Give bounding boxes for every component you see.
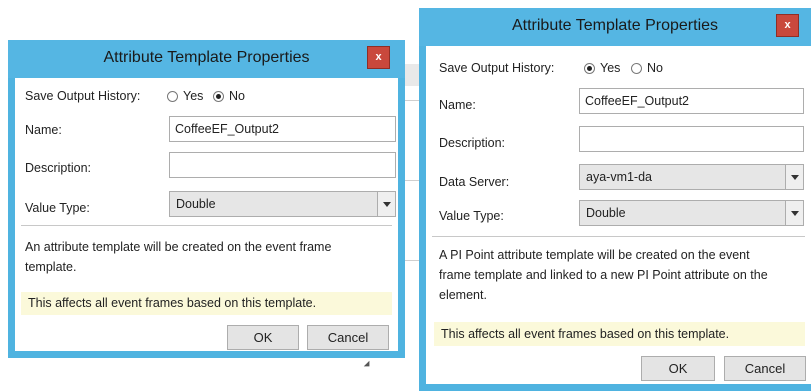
save-history-no-radio[interactable] [631, 63, 642, 74]
data-server-label: Data Server: [439, 175, 510, 189]
ok-button[interactable]: OK [641, 356, 715, 381]
divider [21, 225, 392, 226]
value-type-select[interactable]: Double [169, 191, 396, 217]
background-window-line [405, 180, 419, 181]
value-type-label: Value Type: [25, 201, 90, 215]
background-window-strip [405, 64, 419, 86]
chevron-down-icon[interactable] [785, 165, 803, 189]
warning-message: This affects all event frames based on t… [21, 292, 392, 315]
data-server-selected: aya-vm1-da [586, 170, 652, 184]
chevron-down-icon[interactable] [785, 201, 803, 225]
save-history-yes-label[interactable]: Yes [600, 61, 620, 75]
save-history-no-label[interactable]: No [647, 61, 663, 75]
info-line: An attribute template will be created on… [25, 240, 332, 254]
info-text: An attribute template will be created on… [25, 237, 331, 277]
save-output-history-label: Save Output History: [25, 89, 141, 103]
close-icon: x [784, 19, 791, 31]
info-line: frame template and linked to a new PI Po… [439, 268, 768, 282]
name-field[interactable]: CoffeeEF_Output2 [169, 116, 396, 142]
dialog-title: Attribute Template Properties [103, 49, 310, 66]
value-type-selected: Double [176, 197, 216, 211]
dialog-title-bar[interactable]: Attribute Template Properties [419, 8, 811, 46]
name-field[interactable]: CoffeeEF_Output2 [579, 88, 804, 114]
attribute-template-dialog-no-history: Attribute Template Properties x Save Out… [8, 40, 405, 358]
save-output-history-label: Save Output History: [439, 61, 555, 75]
attribute-template-dialog-with-history: Attribute Template Properties x Save Out… [419, 8, 811, 391]
info-line: A PI Point attribute template will be cr… [439, 248, 750, 262]
description-field[interactable] [579, 126, 804, 152]
chevron-down-icon[interactable] [377, 192, 395, 216]
description-field[interactable] [169, 152, 396, 178]
ok-button[interactable]: OK [227, 325, 299, 350]
value-type-label: Value Type: [439, 209, 504, 223]
save-history-yes-radio[interactable] [584, 63, 595, 74]
background-window-line [405, 260, 419, 261]
info-line: element. [439, 288, 487, 302]
dialog-title: Attribute Template Properties [511, 17, 719, 34]
divider [432, 236, 805, 237]
name-label: Name: [439, 98, 476, 112]
mouse-cursor-icon [363, 360, 373, 370]
description-label: Description: [25, 161, 91, 175]
value-type-select[interactable]: Double [579, 200, 804, 226]
close-button[interactable]: x [776, 14, 799, 37]
warning-message: This affects all event frames based on t… [434, 322, 805, 346]
value-type-selected: Double [586, 206, 626, 220]
name-label: Name: [25, 123, 62, 137]
description-label: Description: [439, 136, 505, 150]
close-button[interactable]: x [367, 46, 390, 69]
dialog-title-bar[interactable]: Attribute Template Properties [8, 40, 405, 78]
cancel-button[interactable]: Cancel [307, 325, 389, 350]
info-text: A PI Point attribute template will be cr… [439, 245, 768, 305]
save-history-no-radio[interactable] [213, 91, 224, 102]
save-history-yes-radio[interactable] [167, 91, 178, 102]
save-history-no-label[interactable]: No [229, 89, 245, 103]
cancel-button[interactable]: Cancel [724, 356, 806, 381]
close-icon: x [375, 51, 382, 63]
background-window-line [405, 100, 419, 101]
data-server-select[interactable]: aya-vm1-da [579, 164, 804, 190]
save-history-yes-label[interactable]: Yes [183, 89, 203, 103]
info-line: template. [25, 260, 77, 274]
